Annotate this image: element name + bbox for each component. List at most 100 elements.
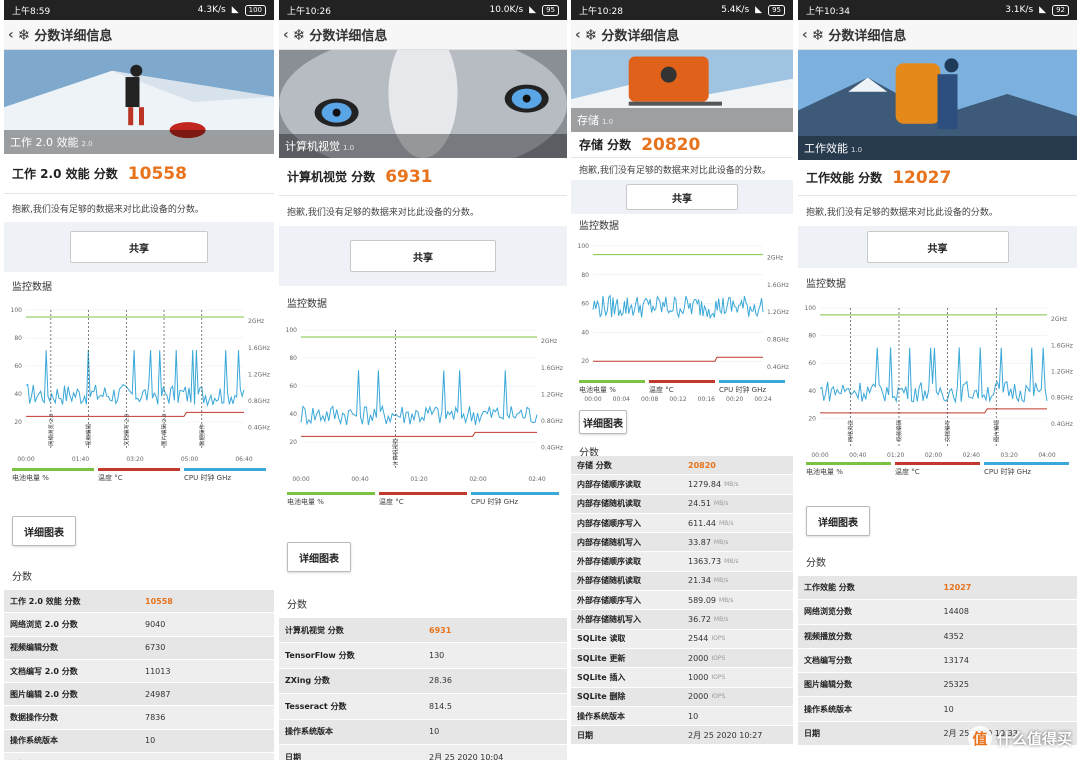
- x-tick-label: 00:12: [669, 396, 686, 403]
- row-value: 611.44: [688, 518, 716, 528]
- row-key: 外部存储顺序写入: [577, 595, 641, 605]
- legend-label: 温度 °C: [895, 468, 920, 476]
- table-row: 日期2月 25 2020 08:44: [4, 753, 274, 760]
- detail-chart-button[interactable]: 详细图表: [12, 516, 76, 546]
- legend-label: 温度 °C: [649, 386, 674, 394]
- legend-swatch: [579, 380, 645, 383]
- row-unit: IOPS: [711, 693, 726, 701]
- x-tick-label: 03:20: [126, 456, 143, 463]
- x-tick-label: 01:40: [72, 456, 89, 463]
- legend-swatch: [984, 462, 1069, 465]
- legend-item: 电池电量 %: [806, 462, 891, 477]
- row-key: 存储 分数: [577, 460, 612, 470]
- phase-marker-label: 图片编辑: [992, 419, 1000, 442]
- table-row: 工作 2.0 效能 分数 10558: [4, 590, 274, 614]
- x-tick-label: 00:16: [698, 396, 715, 403]
- snowflake-icon: ❄: [811, 25, 825, 44]
- y-tick-label: 80: [808, 333, 816, 340]
- row-unit: MB/s: [713, 616, 729, 624]
- score-label: 工作 2.0 效能 分数: [12, 167, 118, 181]
- detail-chart-button[interactable]: 详细图表: [287, 542, 351, 572]
- legend-item: CPU 时钟 GHz: [471, 492, 559, 507]
- chart-legend: 电池电量 % 温度 °C CPU 时钟 GHz: [806, 462, 1069, 477]
- right-tick-label: 1.6GHz: [248, 345, 270, 352]
- share-button[interactable]: 共享: [866, 231, 1009, 263]
- right-tick-label: 0.4GHz: [767, 364, 789, 371]
- row-value: 4352: [943, 631, 964, 641]
- score-line: 工作 2.0 效能 分数 10558: [4, 154, 274, 194]
- detail-chart-button[interactable]: 详细图表: [806, 506, 870, 536]
- row-key: TensorFlow 分数: [285, 651, 355, 661]
- back-icon[interactable]: ‹: [8, 27, 14, 43]
- row-value: 9040: [145, 619, 166, 629]
- right-tick-label: 1.6GHz: [767, 282, 789, 289]
- hero-banner: 工作 2.0 效能 2.0: [4, 50, 274, 154]
- table-row: SQLite 插入 1000 IOPS: [571, 668, 793, 688]
- monitor-heading: 监控数据: [4, 272, 274, 298]
- legend-item: CPU 时钟 GHz: [984, 462, 1069, 477]
- row-key: 操作系统版本: [804, 704, 852, 714]
- table-row: 内部存储顺序写入 611.44 MB/s: [571, 513, 793, 534]
- x-tick-label: 00:20: [726, 396, 743, 403]
- row-key: 内部存储顺序读取: [577, 479, 641, 489]
- hero-title: 存储: [577, 114, 599, 127]
- wifi-icon: ◣: [231, 5, 239, 15]
- row-value: 21.34: [688, 576, 711, 586]
- score-value: 10558: [127, 163, 187, 184]
- benchmark-panel: 上午10:26 10.0K/s ◣ 95 ‹ ❄ 分数详细信息 计算机视觉 1.0 计算机视觉 …: [279, 0, 567, 760]
- back-icon[interactable]: ‹: [283, 27, 289, 43]
- score-value: 6931: [385, 166, 433, 187]
- watermark-logo-icon: 值: [967, 726, 992, 750]
- legend-item: 温度 °C: [649, 380, 715, 395]
- hero-title: 计算机视觉: [285, 140, 340, 153]
- row-unit: MB/s: [724, 480, 739, 488]
- wifi-icon: ◣: [1039, 5, 1047, 15]
- back-icon[interactable]: ‹: [802, 27, 808, 43]
- right-tick-label: 0.8GHz: [767, 337, 789, 344]
- detail-chart-button[interactable]: 详细图表: [579, 410, 627, 434]
- page-header: ‹ ❄ 分数详细信息: [798, 20, 1077, 50]
- y-tick-label: 20: [581, 358, 589, 365]
- right-tick-label: 1.2GHz: [767, 309, 789, 316]
- row-key: 数据操作分数: [10, 713, 58, 723]
- table-row: 外部存储随机写入 36.72 MB/s: [571, 610, 793, 630]
- x-tick-label: 00:00: [811, 452, 828, 459]
- page-title: 分数详细信息: [601, 29, 680, 44]
- share-button[interactable]: 共享: [626, 184, 738, 210]
- right-tick-label: 1.2GHz: [248, 371, 270, 378]
- status-icons: 4.3K/s ◣ 100: [198, 4, 266, 16]
- table-row: 操作系统版本 10: [279, 719, 567, 745]
- x-tick-label: 00:08: [641, 396, 658, 403]
- row-unit: IOPS: [711, 635, 726, 643]
- hero-banner: 工作效能 1.0: [798, 50, 1077, 160]
- score-value: 12027: [892, 167, 952, 188]
- row-key: 操作系统版本: [10, 736, 58, 746]
- row-value: 12027: [943, 583, 972, 593]
- legend-label: 电池电量 %: [806, 468, 843, 476]
- battery-icon: 95: [542, 4, 559, 16]
- chart-legend: 电池电量 % 温度 °C CPU 时钟 GHz: [12, 468, 266, 483]
- score-label: 存储 分数: [579, 138, 632, 152]
- page-title: 分数详细信息: [828, 29, 907, 44]
- row-unit: MB/s: [724, 558, 739, 566]
- legend-item: 电池电量 %: [12, 468, 94, 483]
- row-unit: MB/s: [713, 538, 729, 546]
- row-key: 文档编写 2.0 分数: [10, 666, 78, 676]
- right-tick-label: 1.2GHz: [1051, 368, 1073, 375]
- share-button[interactable]: 共享: [70, 231, 208, 263]
- row-unit: MB/s: [719, 519, 734, 527]
- back-icon[interactable]: ‹: [575, 27, 581, 43]
- row-key: Tesseract 分数: [285, 701, 347, 711]
- x-tick-label: 00:40: [849, 452, 866, 459]
- row-key: 内部存储顺序写入: [577, 518, 641, 528]
- x-tick-label: 00:40: [351, 476, 368, 483]
- table-row: 文档编写 2.0 分数 11013: [4, 659, 274, 684]
- legend-item: 电池电量 %: [579, 380, 645, 395]
- watermark-text: 什么值得买: [996, 729, 1072, 748]
- right-tick-label: 0.4GHz: [541, 445, 563, 452]
- row-key: 外部存储随机读取: [577, 576, 641, 586]
- table-row: Tesseract 分数 814.5: [279, 694, 567, 720]
- row-value: 2月 25 2020 10:27: [688, 730, 763, 740]
- share-button[interactable]: 共享: [350, 240, 496, 272]
- status-bar: 上午10:28 5.4K/s ◣ 95: [571, 0, 793, 20]
